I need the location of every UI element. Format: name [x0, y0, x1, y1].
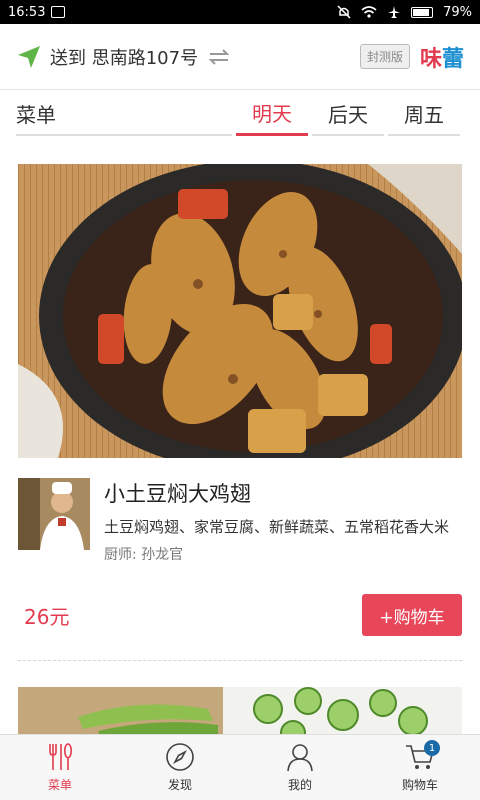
- bottom-nav: 菜单 发现 我的 1 购物车: [0, 734, 480, 800]
- nav-profile[interactable]: 我的: [240, 735, 360, 800]
- menu-heading: 菜单: [16, 99, 232, 136]
- dish-name[interactable]: 小土豆焖大鸡翅: [104, 478, 450, 508]
- nav-cart-label: 购物车: [401, 778, 438, 792]
- brand-logo: 味蕾: [420, 41, 464, 73]
- nav-discover[interactable]: 发现: [120, 735, 240, 800]
- tab-friday[interactable]: 周五: [388, 99, 460, 136]
- dish-description: 土豆焖鸡翅、家常豆腐、新鲜蔬菜、五常稻花香大米: [104, 518, 450, 536]
- airplane-icon: [388, 6, 401, 18]
- status-bar: 16:53 79%: [0, 0, 480, 24]
- mute-icon: [337, 5, 351, 19]
- nav-menu[interactable]: 菜单: [0, 735, 120, 800]
- wifi-icon: [361, 6, 377, 18]
- dish-info: 小土豆焖大鸡翅 土豆焖鸡翅、家常豆腐、新鲜蔬菜、五常稻花香大米 厨师: 孙龙官: [18, 478, 462, 564]
- swap-icon[interactable]: [206, 47, 232, 67]
- nav-profile-label: 我的: [287, 778, 312, 792]
- brand-logo-part1: 味: [419, 46, 442, 72]
- battery-icon: [411, 6, 434, 18]
- nav-discover-label: 发现: [167, 778, 192, 792]
- chef-avatar[interactable]: [18, 478, 90, 550]
- location-arrow-icon: [18, 45, 40, 68]
- brand-logo-part2: 蕾: [441, 46, 464, 72]
- add-to-cart-button[interactable]: +购物车: [362, 594, 462, 636]
- user-icon: [287, 744, 313, 772]
- header: 送到 思南路107号 封测版 味蕾: [0, 24, 480, 90]
- price-row: 26元 +购物车: [18, 594, 462, 636]
- card-divider: [18, 660, 462, 661]
- next-dish-photo[interactable]: [18, 687, 462, 734]
- compass-icon: [166, 743, 194, 771]
- dish-feed: 小土豆焖大鸡翅 土豆焖鸡翅、家常豆腐、新鲜蔬菜、五常稻花香大米 厨师: 孙龙官 …: [0, 136, 480, 734]
- beta-badge: 封测版: [359, 44, 410, 69]
- cart-count-badge: 1: [424, 740, 440, 756]
- nav-cart[interactable]: 1 购物车: [360, 735, 480, 800]
- next-dish-card[interactable]: [18, 687, 462, 734]
- status-time: 16:53: [8, 4, 46, 20]
- dish-photo[interactable]: [18, 164, 462, 458]
- tab-day-after[interactable]: 后天: [312, 99, 384, 136]
- nav-menu-label: 菜单: [47, 778, 72, 792]
- chef-name: 厨师: 孙龙官: [104, 547, 184, 563]
- dish-price: 26元: [24, 604, 70, 629]
- tab-tomorrow[interactable]: 明天: [236, 98, 308, 136]
- fork-knife-icon: [49, 743, 72, 770]
- day-tabs: 菜单 明天 后天 周五: [0, 90, 480, 136]
- battery-level: 79%: [443, 4, 472, 20]
- delivery-address[interactable]: 送到 思南路107号: [50, 44, 198, 70]
- dish-card[interactable]: 小土豆焖大鸡翅 土豆焖鸡翅、家常豆腐、新鲜蔬菜、五常稻花香大米 厨师: 孙龙官 …: [18, 164, 462, 661]
- notification-icon: [51, 6, 66, 18]
